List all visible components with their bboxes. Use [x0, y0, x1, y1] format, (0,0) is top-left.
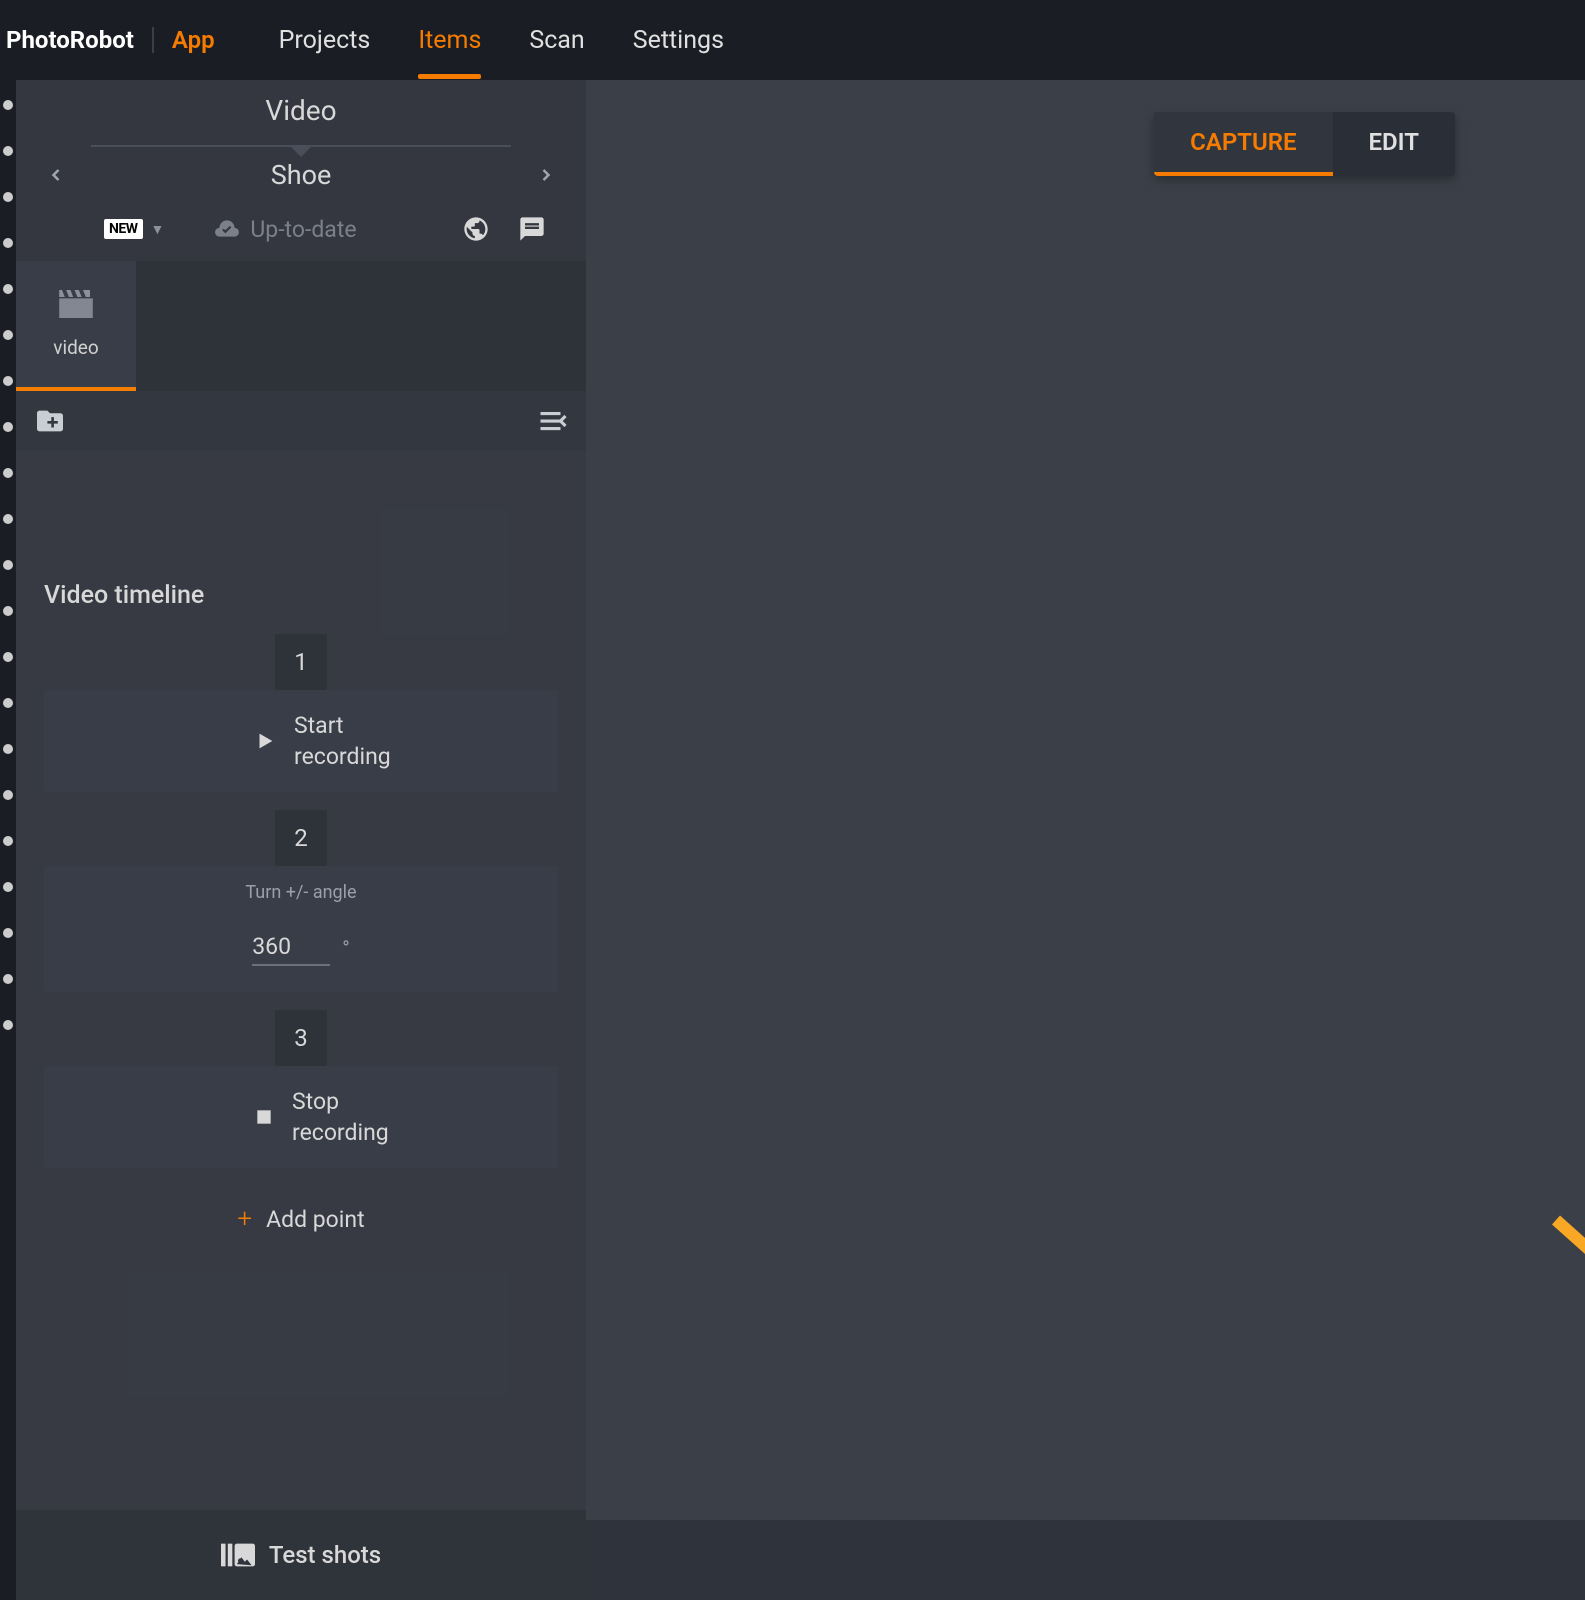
- chevron-left-icon[interactable]: [46, 165, 66, 185]
- test-shots-label: Test shots: [269, 1541, 381, 1569]
- divider-icon: [91, 145, 511, 147]
- brand-name: PhotoRobot: [6, 26, 134, 54]
- comment-icon[interactable]: [518, 215, 546, 243]
- rail-dot: [3, 652, 13, 662]
- step-label: Start recording: [294, 710, 391, 772]
- add-point-button[interactable]: + Add point: [44, 1186, 558, 1252]
- left-rail: [0, 80, 16, 1600]
- rail-dot: [3, 514, 13, 524]
- mode-toggle: CAPTURE EDIT: [1154, 112, 1455, 176]
- add-point-label: Add point: [266, 1206, 365, 1233]
- brand: PhotoRobot App: [6, 26, 215, 54]
- rail-dot: [3, 606, 13, 616]
- rail-dot: [3, 330, 13, 340]
- test-shots-bar[interactable]: Test shots: [16, 1510, 586, 1600]
- chevron-right-icon[interactable]: [536, 165, 556, 185]
- brand-separator: [152, 27, 154, 53]
- rail-dot: [3, 146, 13, 156]
- rail-dot: [3, 974, 13, 984]
- step-hint: Turn +/- angle: [245, 882, 356, 903]
- rail-dot: [3, 836, 13, 846]
- new-badge-dropdown[interactable]: NEW ▼: [104, 219, 164, 239]
- sync-status-label: Up-to-date: [250, 216, 356, 243]
- rail-dot: [3, 468, 13, 478]
- angle-input[interactable]: [252, 929, 330, 966]
- capture-mode-button[interactable]: CAPTURE: [1154, 112, 1332, 176]
- timeline-step-2: 2 Turn +/- angle °: [44, 810, 558, 992]
- rail-dot: [3, 192, 13, 202]
- timeline-step-1: 1 Start recording: [44, 634, 558, 792]
- panel-header: Video Shoe: [16, 80, 586, 191]
- toolbar-row: [16, 391, 586, 451]
- nav-items[interactable]: Items: [418, 26, 481, 79]
- rail-dot: [3, 422, 13, 432]
- plus-icon: +: [237, 1204, 252, 1234]
- rail-dot: [3, 560, 13, 570]
- play-icon: [254, 730, 276, 752]
- status-row: NEW ▼ Up-to-date: [16, 191, 586, 261]
- rail-dot: [3, 928, 13, 938]
- test-shots-icon: [221, 1541, 255, 1569]
- rail-dot: [3, 790, 13, 800]
- edit-mode-button[interactable]: EDIT: [1333, 112, 1455, 176]
- tab-video[interactable]: video: [16, 261, 136, 391]
- nav-scan[interactable]: Scan: [529, 26, 584, 79]
- step-number: 3: [275, 1010, 327, 1066]
- rail-dot: [3, 100, 13, 110]
- step-number: 1: [275, 634, 327, 690]
- timeline-step-3: 3 Stop recording: [44, 1010, 558, 1168]
- stop-recording-card[interactable]: Stop recording: [44, 1066, 558, 1168]
- turn-angle-card[interactable]: Turn +/- angle °: [44, 866, 558, 992]
- item-name: Shoe: [271, 159, 332, 191]
- cloud-check-icon: [214, 216, 240, 242]
- new-badge-label: NEW: [104, 219, 143, 239]
- sidebar: Video Shoe NEW ▼ Up-to-date: [16, 80, 586, 1600]
- collapse-panel-icon[interactable]: [538, 409, 568, 433]
- rail-dot: [3, 698, 13, 708]
- stop-icon: [254, 1107, 274, 1127]
- angle-unit: °: [342, 936, 349, 960]
- clapperboard-icon: [59, 290, 93, 318]
- rail-dot: [3, 238, 13, 248]
- dropdown-caret-icon: ▼: [151, 221, 165, 238]
- bottom-strip: [586, 1520, 1585, 1600]
- globe-icon[interactable]: [462, 215, 490, 243]
- new-folder-icon[interactable]: [34, 408, 66, 434]
- rail-dot: [3, 744, 13, 754]
- tab-row: video: [16, 261, 586, 391]
- rail-dot: [3, 284, 13, 294]
- rail-dot: [3, 1020, 13, 1030]
- top-navigation: PhotoRobot App Projects Items Scan Setti…: [0, 0, 1585, 80]
- content-area: CAPTURE EDIT STOP: [586, 80, 1585, 1600]
- tab-label: video: [53, 336, 98, 359]
- rail-dot: [3, 882, 13, 892]
- panel-title: Video: [265, 94, 336, 127]
- rail-dot: [3, 376, 13, 386]
- sync-status: Up-to-date: [214, 216, 356, 243]
- step-label: Stop recording: [292, 1086, 389, 1148]
- start-recording-card[interactable]: Start recording: [44, 690, 558, 792]
- step-number: 2: [275, 810, 327, 866]
- nav-projects[interactable]: Projects: [279, 26, 371, 79]
- nav-settings[interactable]: Settings: [633, 26, 724, 79]
- timeline-title: Video timeline: [44, 581, 558, 610]
- timeline-section: Video timeline 1 Start recording 2 Turn …: [16, 451, 586, 1510]
- brand-app[interactable]: App: [172, 26, 215, 54]
- nav-links: Projects Items Scan Settings: [279, 14, 724, 67]
- annotation-arrow-icon: [1546, 1210, 1585, 1430]
